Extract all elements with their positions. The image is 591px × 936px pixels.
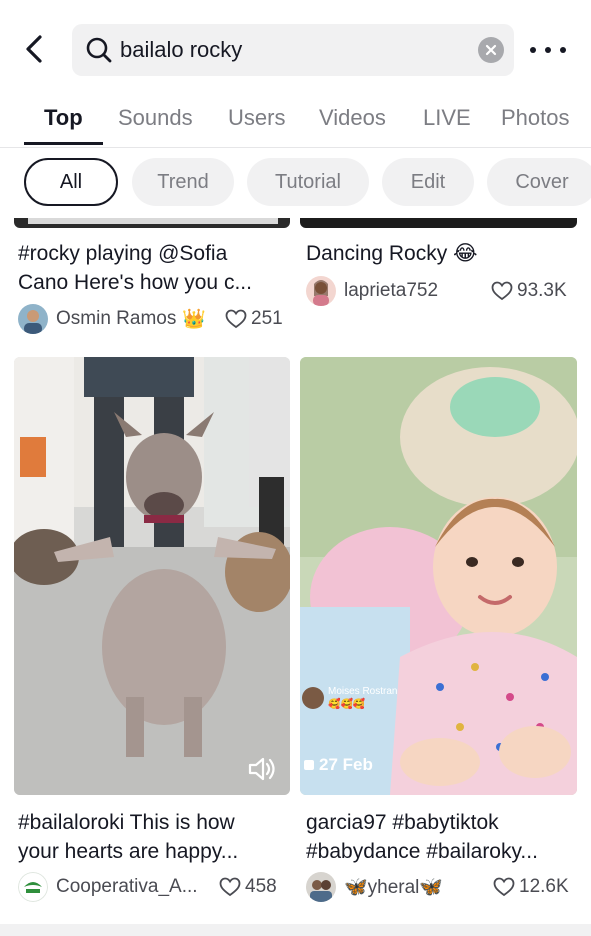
avatar — [18, 304, 48, 334]
avatar — [302, 687, 324, 709]
bottom-divider — [0, 924, 591, 936]
tab-photos[interactable]: Photos — [501, 105, 570, 131]
video-caption[interactable]: Dancing Rocky 😂 — [306, 239, 478, 268]
chip-cover[interactable]: Cover — [487, 158, 591, 206]
close-icon — [485, 44, 497, 56]
like-count: 93.3K — [491, 280, 567, 302]
results-tabs: Top Sounds Users Videos LIVE Photos — [0, 96, 591, 148]
author-name: Osmin Ramos — [56, 308, 177, 329]
active-tab-indicator — [24, 142, 103, 145]
crown-badge: 👑 — [182, 309, 207, 330]
tab-users[interactable]: Users — [228, 105, 285, 131]
video-caption[interactable]: #babydance #bailaroky... — [306, 837, 538, 866]
date-badge: 27 Feb — [304, 755, 373, 775]
tab-videos[interactable]: Videos — [319, 105, 386, 131]
tab-top[interactable]: Top — [44, 105, 83, 131]
overlay-user: Moises Rostran — [328, 686, 398, 697]
heart-icon — [219, 877, 241, 897]
video-thumbnail[interactable] — [14, 357, 290, 795]
video-caption[interactable]: garcia97 #babytiktok — [306, 808, 499, 837]
author-row[interactable]: laprieta752 — [306, 276, 438, 306]
video-thumbnail[interactable] — [14, 218, 290, 228]
photo-icon — [304, 760, 314, 770]
author-row[interactable]: Cooperativa_A... — [18, 872, 198, 902]
avatar — [306, 276, 336, 306]
heart-icon — [225, 309, 247, 329]
dot-icon — [545, 47, 551, 53]
like-count: 12.6K — [493, 876, 569, 898]
photo-thumbnail[interactable]: Moises Rostran 🥰🥰🥰 27 Feb — [300, 357, 577, 795]
back-button[interactable] — [18, 33, 50, 65]
video-caption[interactable]: Cano Here's how you c... — [18, 268, 252, 297]
video-thumbnail[interactable] — [300, 218, 577, 228]
search-input[interactable]: bailalo rocky — [120, 37, 242, 63]
thumbnail-content — [28, 218, 278, 224]
author-name: laprieta752 — [344, 280, 439, 301]
author-name: 🦋yheral🦋 — [344, 877, 444, 898]
video-caption[interactable]: your hearts are happy... — [18, 837, 238, 866]
video-caption[interactable]: #rocky playing @Sofia — [18, 239, 227, 268]
dot-icon — [530, 47, 536, 53]
back-arrow-icon — [26, 35, 42, 63]
search-bar[interactable]: bailalo rocky — [72, 24, 514, 76]
more-options-button[interactable] — [530, 38, 566, 62]
clear-search-button[interactable] — [478, 37, 504, 63]
avatar — [18, 872, 48, 902]
author-row[interactable]: 🦋yheral🦋 — [306, 872, 443, 902]
speaker-icon[interactable] — [246, 755, 278, 783]
video-caption[interactable]: #bailaloroki This is how — [18, 808, 235, 837]
author-name: Cooperativa_A... — [56, 876, 198, 897]
chip-tutorial[interactable]: Tutorial — [247, 158, 369, 206]
like-count: 458 — [219, 876, 277, 898]
heart-icon — [491, 281, 513, 301]
overlay-emoji: 🥰🥰🥰 — [328, 699, 366, 710]
header: bailalo rocky — [0, 0, 591, 96]
like-count: 251 — [225, 308, 283, 330]
live-comment-overlay: Moises Rostran 🥰🥰🥰 — [302, 685, 397, 711]
video-thumbnail-image — [14, 357, 290, 795]
chip-edit[interactable]: Edit — [382, 158, 474, 206]
tab-live[interactable]: LIVE — [423, 105, 471, 131]
tab-sounds[interactable]: Sounds — [118, 105, 193, 131]
heart-icon — [493, 877, 515, 897]
chip-trend[interactable]: Trend — [132, 158, 234, 206]
photo-thumbnail-image — [300, 357, 577, 795]
avatar — [306, 872, 336, 902]
dot-icon — [560, 47, 566, 53]
search-icon — [86, 37, 112, 63]
chip-all[interactable]: All — [24, 158, 118, 206]
author-row[interactable]: Osmin Ramos 👑 — [18, 304, 206, 334]
filter-chips: All Trend Tutorial Edit Cover — [0, 148, 591, 218]
